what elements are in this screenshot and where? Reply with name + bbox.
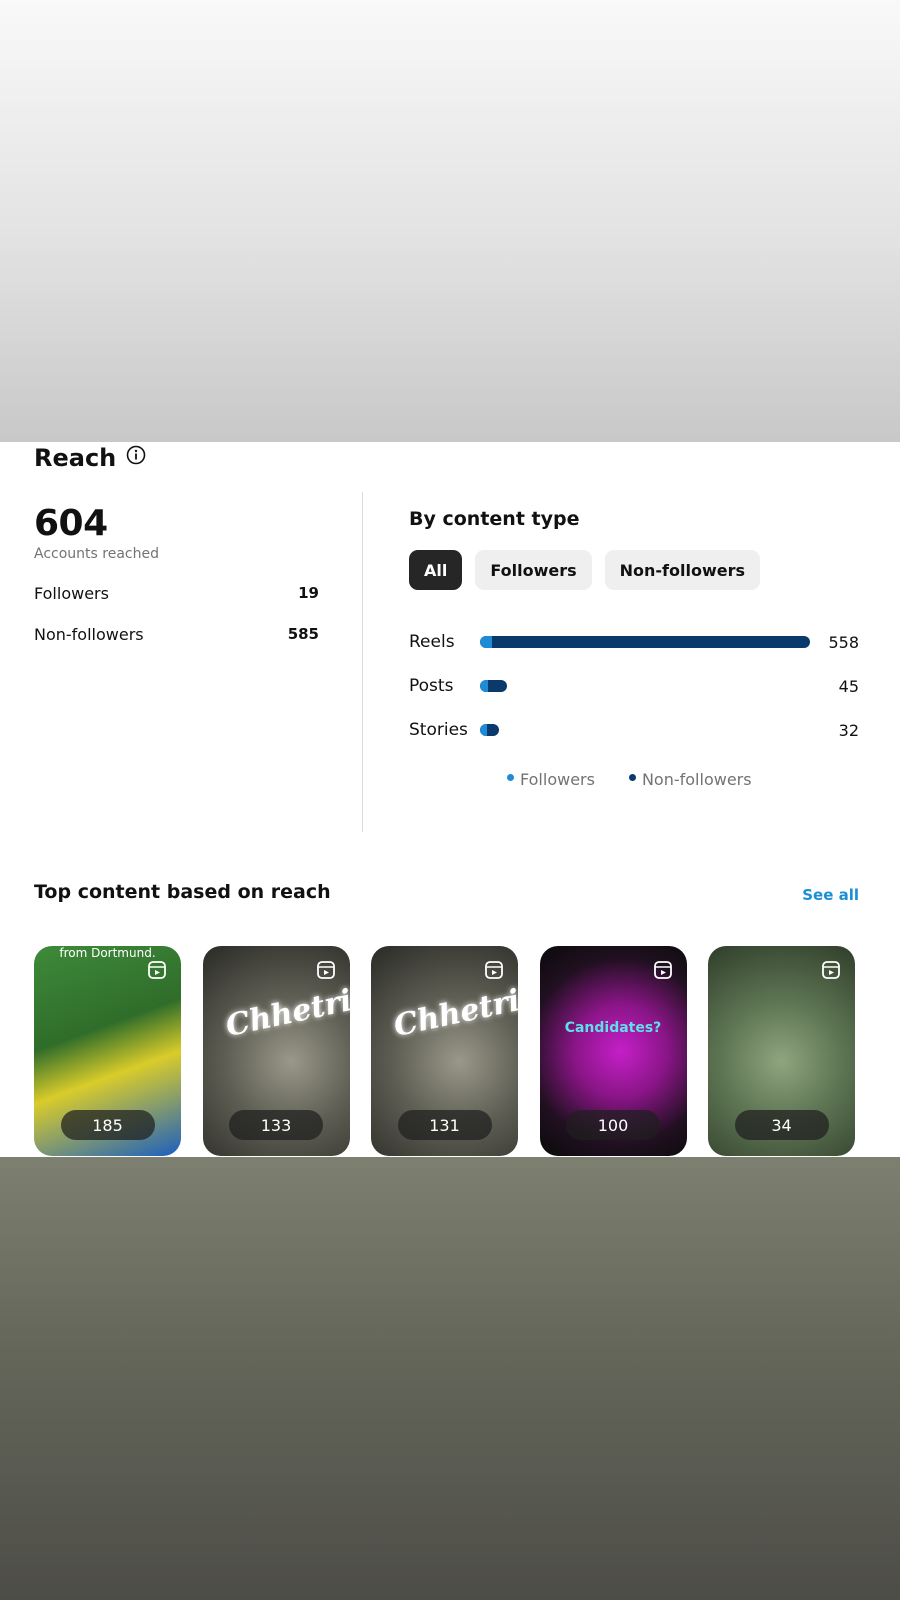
bar-followers-segment	[480, 636, 492, 648]
bar-label: Posts	[409, 676, 454, 696]
followers-stat: Followers 19	[34, 584, 319, 603]
legend-followers-label: Followers	[520, 770, 595, 789]
top-content-list: from Dortmund. 185 Chhetri 133 Chhetri 1…	[34, 946, 855, 1156]
bar-row-posts: Posts 45	[409, 664, 859, 708]
reach-panel: Reach 604 Accounts reached Followers 19 …	[0, 442, 900, 1157]
reel-icon	[148, 961, 166, 979]
background-top	[0, 0, 900, 442]
nonfollowers-stat: Non-followers 585	[34, 625, 319, 644]
content-thumbnail[interactable]: 34	[708, 946, 855, 1156]
reel-icon	[485, 961, 503, 979]
content-thumbnail[interactable]: Candidates? 100	[539, 946, 687, 1156]
filter-chips: All Followers Non-followers	[409, 550, 859, 590]
legend-nonfollowers-label: Non-followers	[641, 770, 752, 789]
content-thumbnail[interactable]: Chhetri 131	[371, 946, 518, 1156]
accounts-reached-value: 604	[34, 503, 108, 544]
bar-fill	[480, 636, 810, 648]
bar-followers-segment	[480, 724, 487, 736]
bar-value: 558	[828, 632, 859, 652]
reel-icon	[822, 961, 840, 979]
nonfollowers-label: Non-followers	[34, 625, 144, 644]
reach-summary: 604 Accounts reached Followers 19 Non-fo…	[34, 502, 319, 644]
content-thumbnail[interactable]: from Dortmund. 185	[34, 946, 181, 1156]
bar-value: 32	[838, 720, 859, 740]
thumbnail-caption: Chhetri	[390, 983, 518, 1044]
bar-label: Stories	[409, 720, 468, 740]
reach-header: Reach	[34, 444, 146, 472]
reach-count: 131	[397, 1110, 492, 1140]
nonfollowers-dot-icon	[628, 774, 636, 781]
bar-fill	[480, 724, 499, 736]
followers-label: Followers	[34, 584, 109, 603]
followers-dot-icon	[507, 774, 514, 781]
content-type-section: By content type All Followers Non-follow…	[409, 508, 859, 789]
accounts-reached-label: Accounts reached	[34, 546, 159, 562]
legend-nonfollowers: Non-followers	[628, 770, 752, 789]
bar-label: Reels	[409, 632, 455, 652]
legend-followers: Followers	[507, 770, 595, 789]
see-all-link[interactable]: See all	[802, 886, 859, 904]
column-divider	[362, 492, 363, 832]
content-type-bars: Reels 558 Posts 45 Stories 32	[409, 620, 859, 752]
reach-title: Reach	[34, 444, 117, 472]
nonfollowers-value: 585	[287, 625, 319, 643]
bar-track	[480, 724, 810, 736]
reel-icon	[316, 961, 335, 979]
bar-value: 45	[838, 676, 859, 696]
content-thumbnail[interactable]: Chhetri 133	[202, 946, 350, 1156]
content-type-title: By content type	[409, 508, 580, 530]
reel-icon	[653, 961, 672, 979]
reach-count: 34	[734, 1110, 829, 1140]
bar-track	[480, 680, 810, 692]
info-icon[interactable]	[126, 445, 146, 465]
followers-value: 19	[298, 584, 319, 602]
bar-fill	[480, 680, 507, 692]
reach-count: 100	[566, 1110, 660, 1140]
bar-row-reels: Reels 558	[409, 620, 859, 664]
thumbnail-caption: Chhetri	[222, 983, 350, 1044]
background-bottom	[0, 1157, 900, 1600]
filter-all[interactable]: All	[409, 550, 463, 590]
reach-count: 133	[229, 1110, 323, 1140]
filter-nonfollowers[interactable]: Non-followers	[604, 550, 761, 590]
bar-followers-segment	[480, 680, 488, 692]
top-content-title: Top content based on reach	[34, 881, 331, 903]
filter-followers[interactable]: Followers	[475, 550, 592, 590]
reach-count: 185	[60, 1110, 155, 1140]
thumbnail-caption: Candidates?	[564, 1020, 662, 1036]
bar-row-stories: Stories 32	[409, 708, 859, 752]
bar-track	[480, 636, 810, 648]
bar-legend: Followers Non-followers	[507, 770, 859, 789]
thumbnail-caption: from Dortmund.	[59, 946, 156, 960]
